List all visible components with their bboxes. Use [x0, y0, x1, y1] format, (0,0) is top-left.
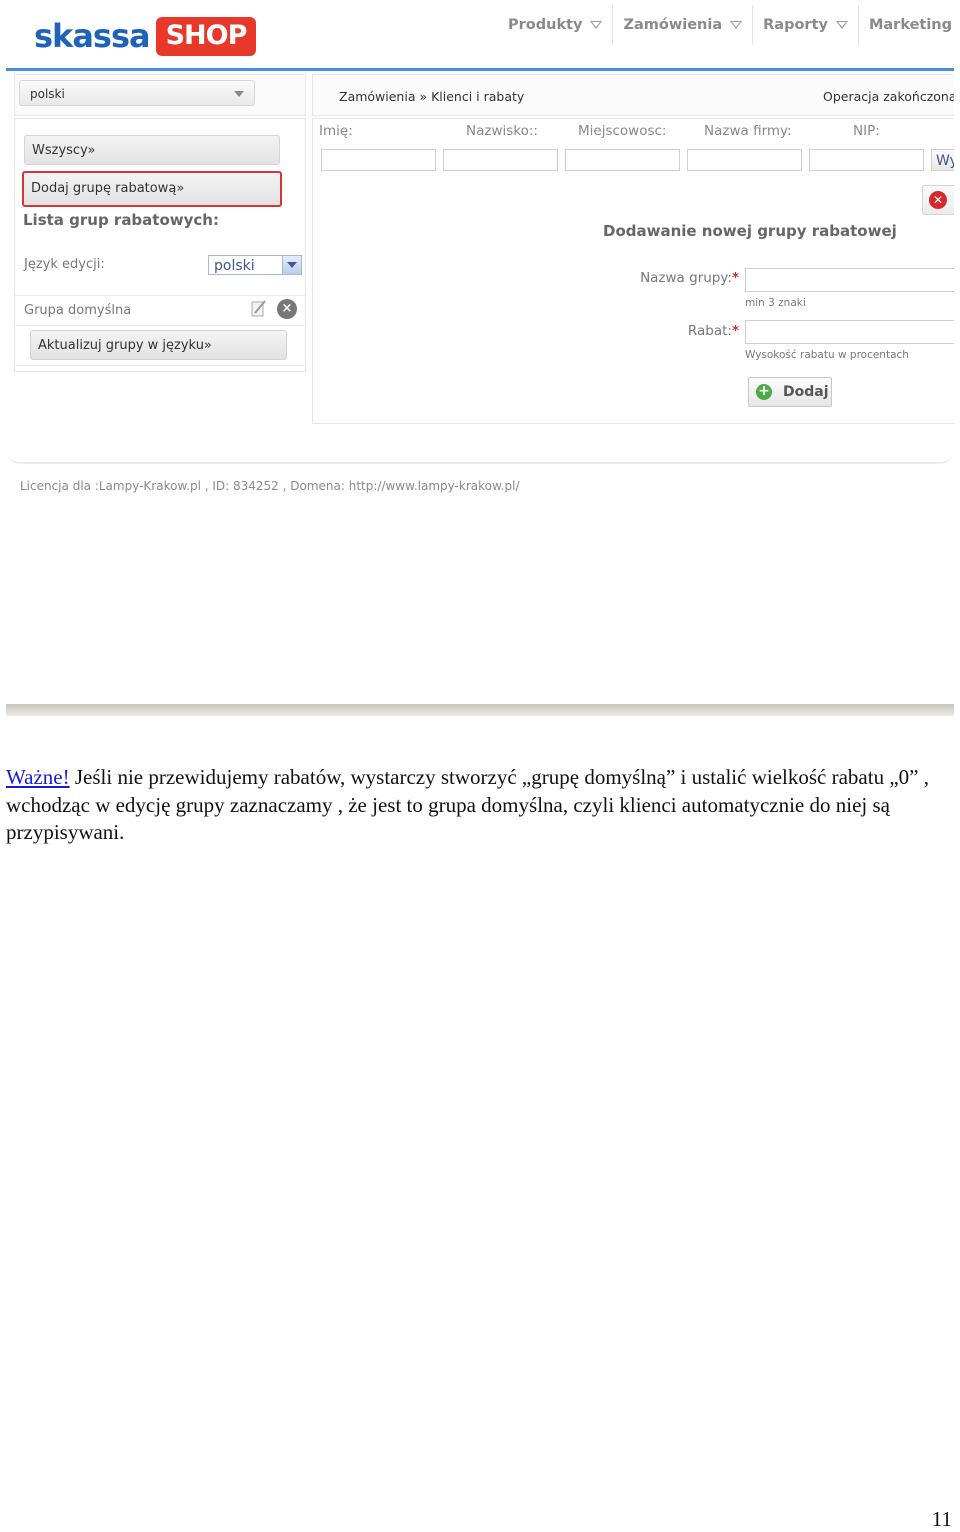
document-paragraph: Ważne! Jeśli nie przewidujemy rabatów, w…	[6, 764, 951, 847]
required-mark: *	[731, 270, 739, 286]
form-title: Dodawanie nowej grupy rabatowej	[603, 222, 897, 240]
filter-label-nip: NIP:	[853, 123, 880, 139]
add-button[interactable]: + Dodaj	[748, 377, 832, 407]
nav-produkty[interactable]: Produkty	[498, 5, 612, 45]
chevron-down-icon	[730, 21, 743, 29]
edit-language-label: Język edycji:	[24, 257, 105, 272]
add-button-label: Dodaj	[783, 384, 829, 400]
filter-label-company: Nazwa firmy:	[704, 123, 792, 139]
add-discount-group-button[interactable]: Dodaj grupę rabatową»	[22, 171, 282, 207]
filter-city-input[interactable]	[565, 149, 680, 171]
discount-input[interactable]	[745, 320, 954, 344]
filter-label-first-name: Imię:	[319, 123, 353, 139]
nav-zamowienia[interactable]: Zamówienia	[612, 5, 752, 45]
nav-label: Produkty	[508, 17, 583, 33]
page-number: 11	[931, 1507, 952, 1531]
nav-marketing[interactable]: Marketing	[857, 5, 954, 45]
chevron-down-icon	[234, 91, 244, 97]
nav-label: Zamówienia	[623, 17, 723, 33]
default-group-label[interactable]: Grupa domyślna	[24, 303, 131, 318]
top-navigation: Produkty Zamówienia Raporty Marketing	[498, 5, 954, 45]
footer-divider	[6, 440, 954, 464]
logo-text: skassa	[34, 17, 151, 55]
logo[interactable]: skassa SHOP	[34, 12, 257, 60]
header-divider	[6, 68, 954, 71]
status-message: Operacja zakończona s	[823, 89, 954, 104]
delete-icon[interactable]: ×	[277, 299, 297, 319]
discount-hint: Wysokość rabatu w procentach	[745, 349, 909, 361]
screenshot: skassa SHOP Produkty Zamówienia Raporty …	[6, 0, 954, 716]
breadcrumb: Zamówienia » Klienci i rabaty	[339, 89, 525, 104]
edit-icon[interactable]	[251, 299, 267, 317]
screenshot-bottom-edge	[6, 704, 954, 716]
close-button[interactable]: ✕	[922, 185, 954, 215]
group-name-label: Nazwa grupy:*	[613, 270, 739, 286]
logo-shop-badge: SHOP	[155, 16, 257, 56]
main-panel: Imię: Nazwisko:: Miejscowosc: Nazwa firm…	[312, 118, 954, 424]
filter-first-name-input[interactable]	[321, 149, 436, 171]
search-button[interactable]: Wy	[931, 149, 954, 171]
filter-label-city: Miejscowosc:	[578, 123, 667, 139]
divider	[15, 295, 305, 296]
breadcrumb-bar: Zamówienia » Klienci i rabaty Operacja z…	[312, 74, 954, 116]
edit-language-value: polski	[214, 258, 255, 274]
nav-label: Marketing	[868, 17, 953, 33]
group-name-input[interactable]	[745, 268, 954, 292]
filter-label-last-name: Nazwisko::	[466, 123, 538, 139]
close-icon: ✕	[929, 191, 947, 209]
divider	[15, 365, 305, 366]
group-name-label-text: Nazwa grupy:	[640, 270, 732, 286]
discount-label-text: Rabat:	[687, 323, 732, 339]
plus-icon: +	[756, 384, 772, 400]
group-name-hint: min 3 znaki	[745, 297, 806, 309]
divider	[15, 325, 305, 326]
chevron-down-icon	[835, 21, 848, 29]
important-link[interactable]: Ważne!	[6, 765, 70, 789]
filter-company-input[interactable]	[687, 149, 802, 171]
sidebar-language-bar: polski	[14, 74, 306, 116]
nav-label: Raporty	[763, 17, 828, 33]
chevron-down-icon	[282, 256, 301, 274]
discount-groups-heading: Lista grup rabatowych:	[23, 211, 219, 229]
nav-raporty[interactable]: Raporty	[752, 5, 858, 45]
chevron-down-icon	[590, 21, 603, 29]
required-mark: *	[731, 323, 739, 339]
discount-label: Rabat:*	[613, 323, 739, 339]
license-text: Licencja dla :Lampy-Krakow.pl , ID: 8342…	[20, 479, 520, 493]
language-select[interactable]: polski	[19, 80, 255, 106]
filter-last-name-input[interactable]	[443, 149, 558, 171]
language-select-value: polski	[30, 87, 65, 101]
update-groups-button[interactable]: Aktualizuj grupy w języku»	[30, 330, 287, 360]
all-customers-button[interactable]: Wszyscy»	[24, 135, 280, 165]
edit-language-select[interactable]: polski	[208, 255, 302, 275]
paragraph-text: Jeśli nie przewidujemy rabatów, wystarcz…	[6, 765, 929, 844]
filter-nip-input[interactable]	[809, 149, 924, 171]
sidebar-panel: Wszyscy» Dodaj grupę rabatową» Lista gru…	[14, 118, 306, 372]
